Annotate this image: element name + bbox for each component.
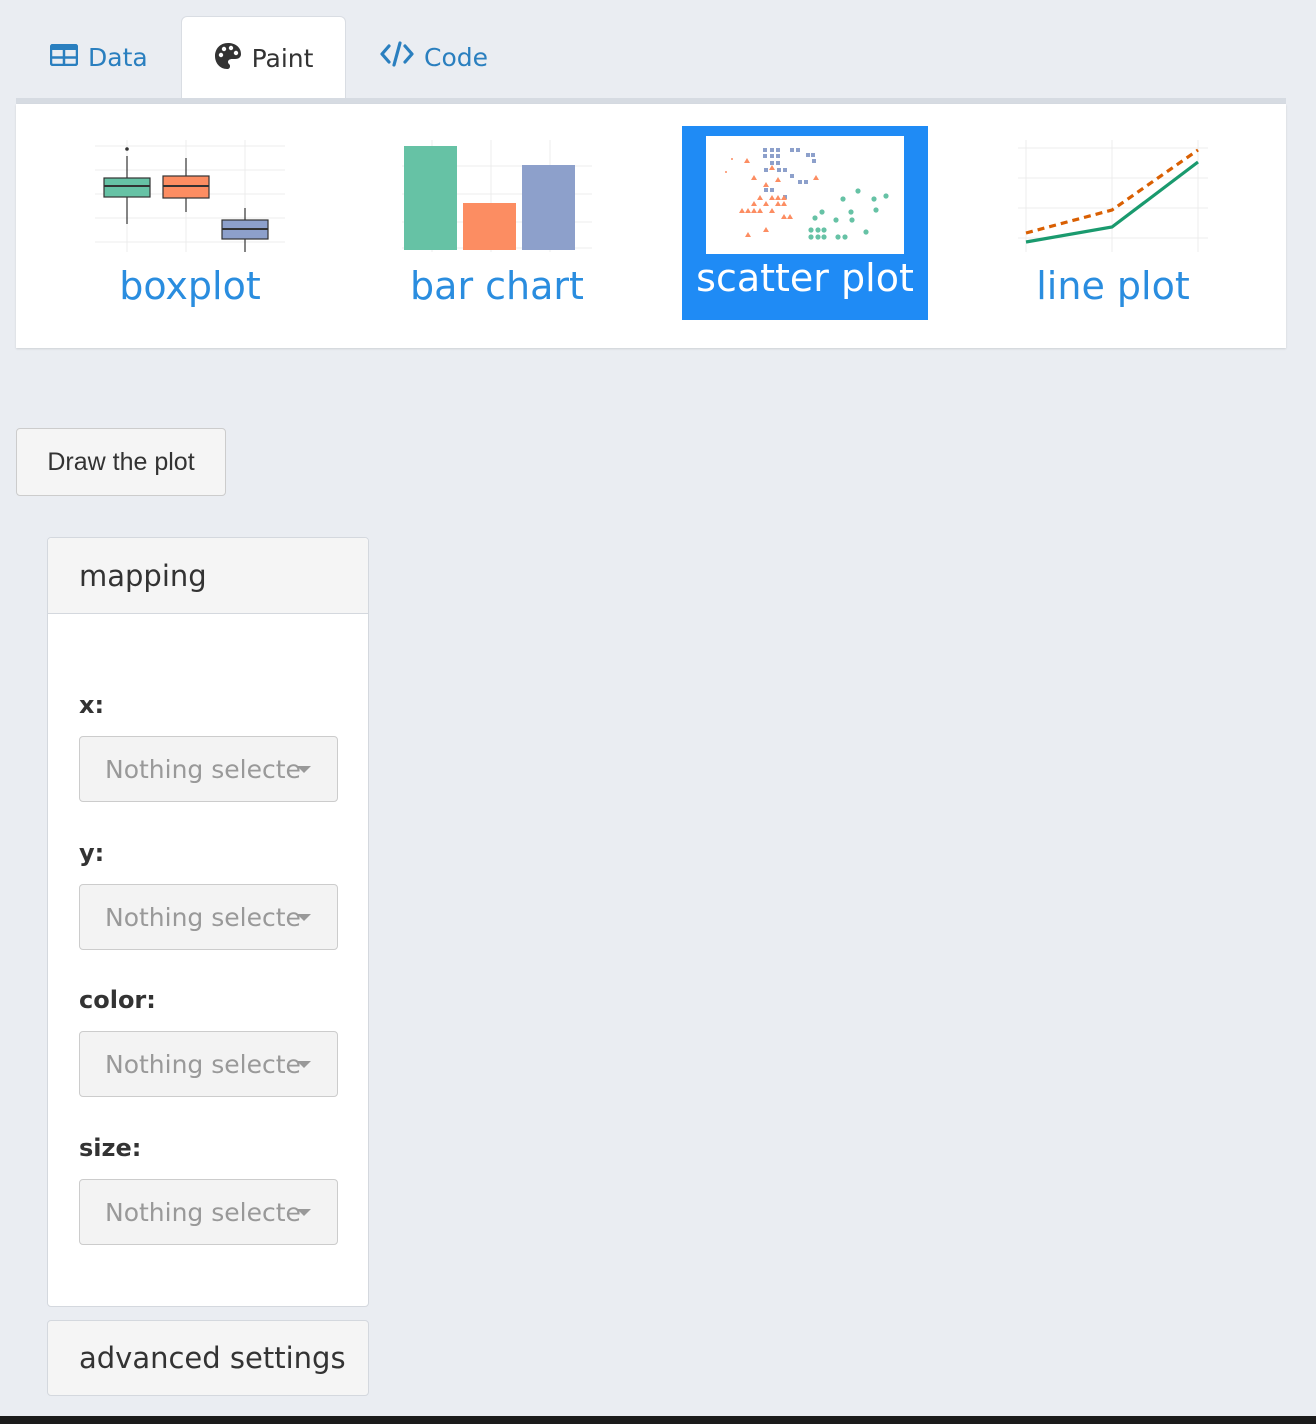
x-select[interactable]: Nothing selecte	[79, 736, 338, 802]
code-icon	[380, 41, 414, 73]
chart-option-boxplot[interactable]: boxplot	[67, 126, 313, 320]
scatter-plot-thumbnail	[706, 136, 904, 254]
chart-type-panel: boxplot bar chart scatter plot line plot	[16, 104, 1286, 348]
color-field-label: color:	[79, 986, 156, 1014]
mapping-panel-header[interactable]: mapping	[48, 538, 368, 614]
chart-option-line-plot[interactable]: line plot	[990, 126, 1236, 320]
y-select-value: Nothing selecte	[105, 902, 301, 932]
caret-down-icon	[297, 914, 311, 921]
caret-down-icon	[297, 1061, 311, 1068]
chart-option-label: boxplot	[119, 264, 261, 308]
caret-down-icon	[297, 1209, 311, 1216]
chart-option-scatter-plot[interactable]: scatter plot	[682, 126, 928, 320]
y-select[interactable]: Nothing selecte	[79, 884, 338, 950]
advanced-settings-panel[interactable]: advanced settings	[47, 1320, 369, 1396]
tab-paint-label: Paint	[251, 44, 314, 73]
size-field-label: size:	[79, 1134, 142, 1162]
tab-code[interactable]: Code	[380, 16, 488, 98]
size-select[interactable]: Nothing selecte	[79, 1179, 338, 1245]
caret-down-icon	[297, 766, 311, 773]
y-field-label: y:	[79, 839, 105, 867]
chart-option-label: scatter plot	[696, 256, 914, 300]
size-select-value: Nothing selecte	[105, 1197, 301, 1227]
table-icon	[49, 43, 79, 72]
tab-code-label: Code	[424, 42, 489, 72]
x-select-value: Nothing selecte	[105, 754, 301, 784]
tab-paint[interactable]: Paint	[181, 16, 346, 100]
mapping-panel: mapping x: Nothing selecte y: Nothing se…	[47, 537, 369, 1307]
bottom-edge-bar	[0, 1416, 1316, 1424]
draw-plot-button[interactable]: Draw the plot	[16, 428, 226, 496]
color-select[interactable]: Nothing selecte	[79, 1031, 338, 1097]
tab-bar: Data Paint Code	[16, 16, 1286, 100]
palette-icon	[214, 42, 242, 76]
bar-chart-thumbnail	[398, 136, 596, 254]
color-select-value: Nothing selecte	[105, 1049, 301, 1079]
boxplot-thumbnail	[91, 136, 289, 254]
tab-data-label: Data	[88, 42, 148, 72]
tab-data[interactable]: Data	[49, 16, 148, 98]
x-field-label: x:	[79, 691, 105, 719]
line-plot-thumbnail	[1014, 136, 1212, 254]
chart-option-label: line plot	[1036, 264, 1190, 308]
chart-option-bar-chart[interactable]: bar chart	[374, 126, 620, 320]
chart-option-label: bar chart	[410, 264, 584, 308]
